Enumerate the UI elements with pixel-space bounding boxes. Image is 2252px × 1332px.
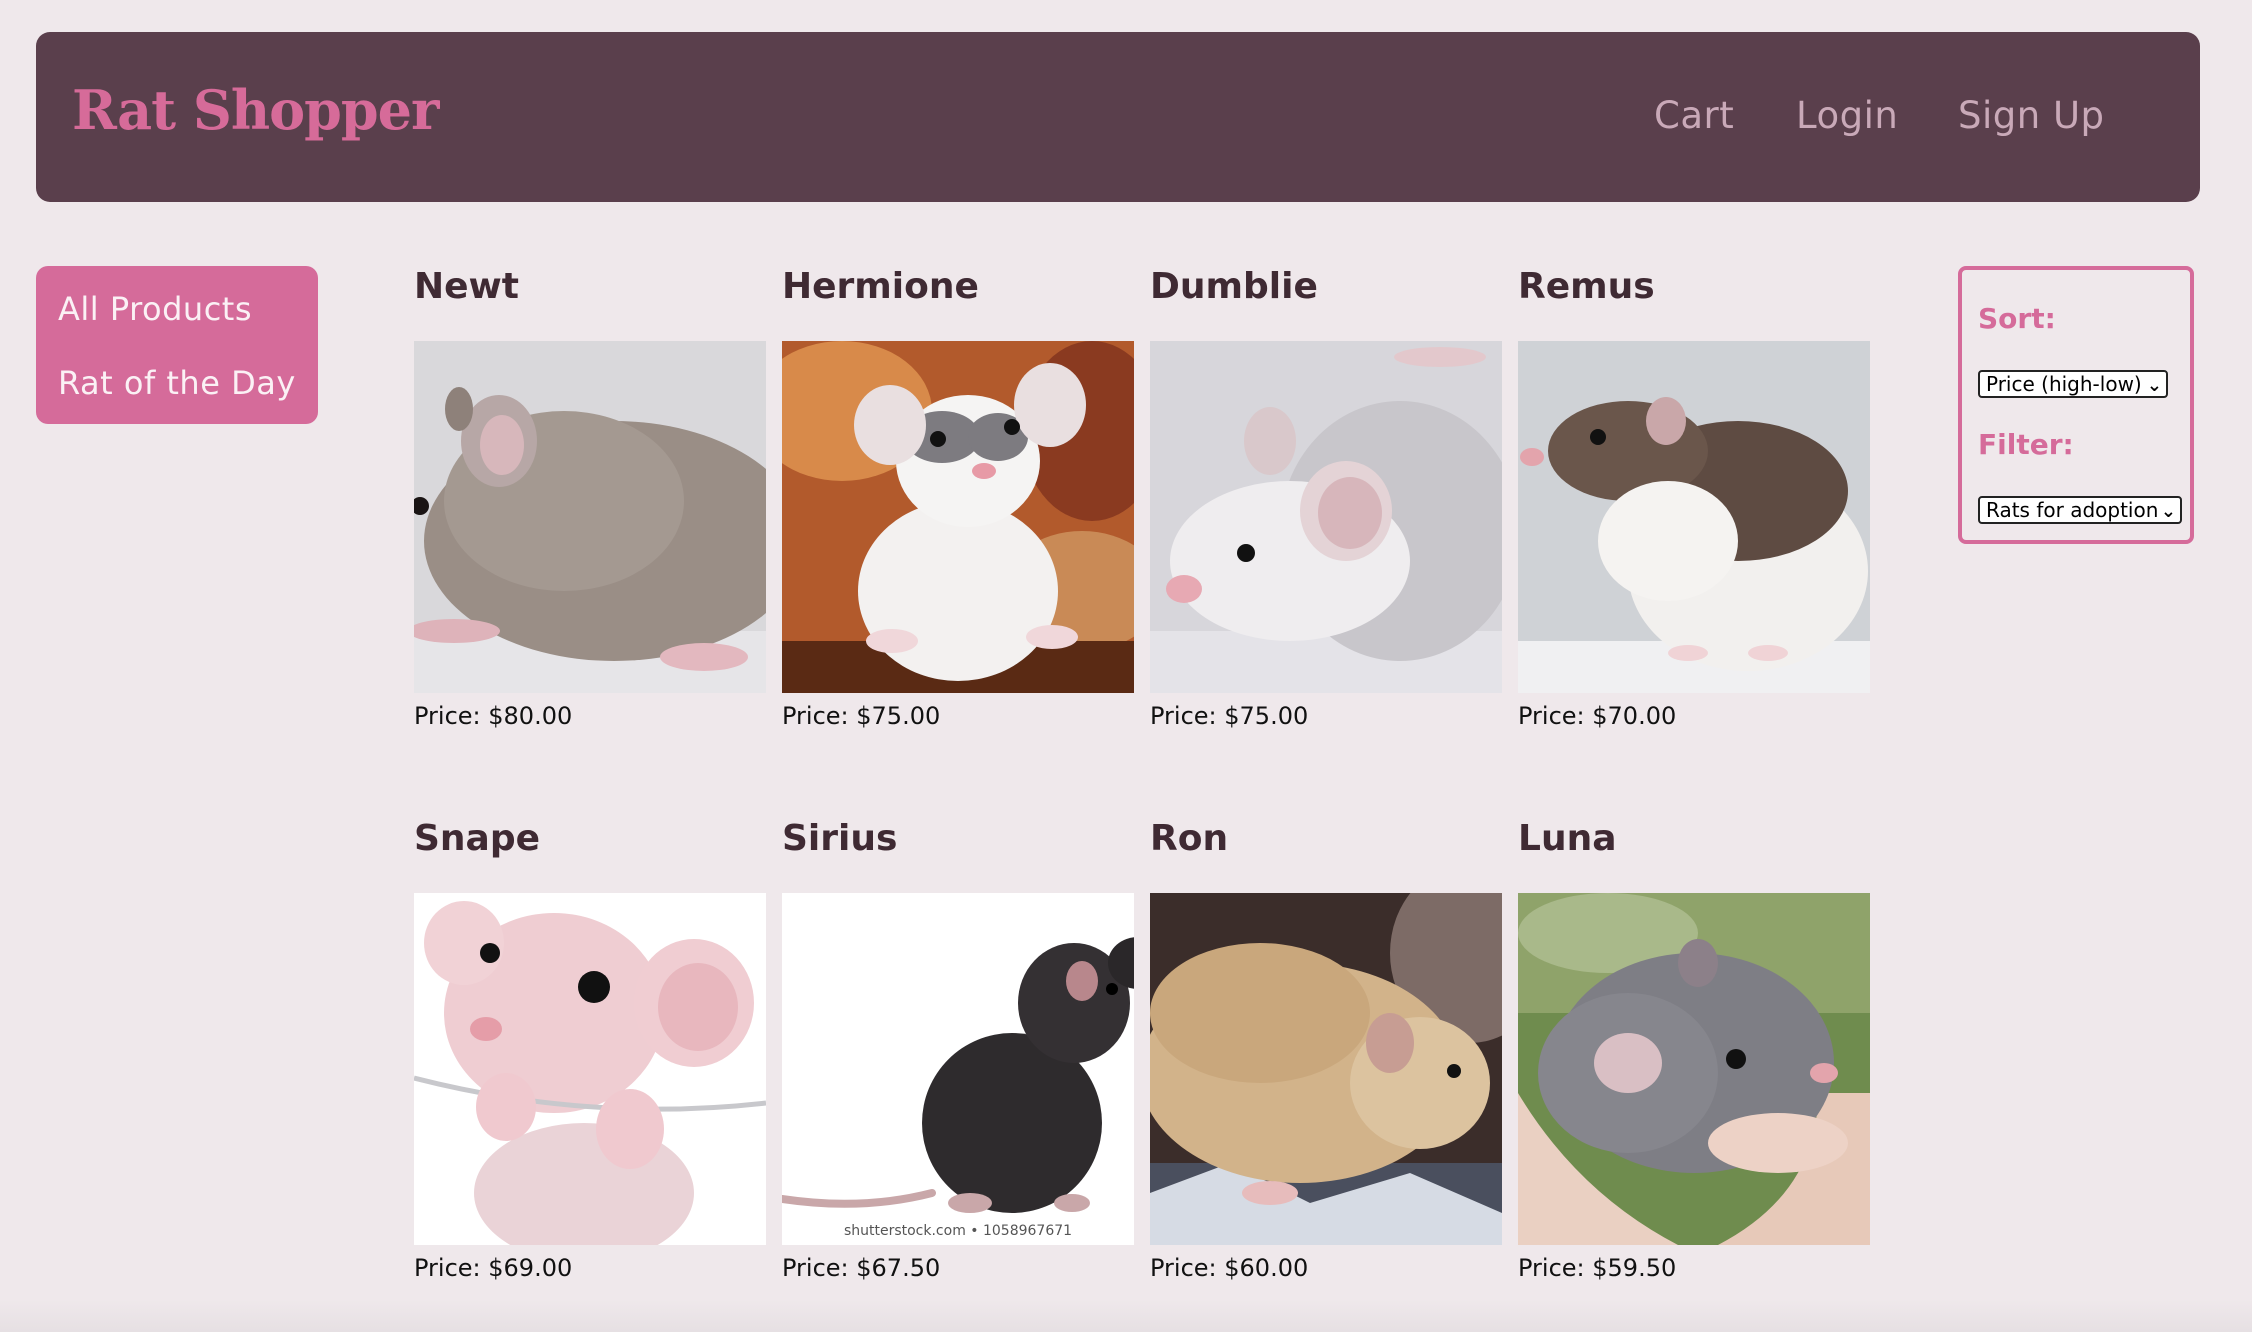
filter-label: Filter: xyxy=(1978,428,2074,461)
sort-filter-panel: Sort: Price (high-low) ⌄ Filter: Rats fo… xyxy=(1958,266,2194,544)
nav-login-link[interactable]: Login xyxy=(1796,94,1898,137)
product-price: Price: $75.00 xyxy=(782,702,941,730)
product-image[interactable] xyxy=(414,893,766,1245)
product-price: Price: $80.00 xyxy=(414,702,573,730)
sort-select-value: Price (high-low) xyxy=(1986,372,2142,396)
sidebar-menu: All Products Rat of the Day xyxy=(36,266,318,424)
sort-select[interactable]: Price (high-low) ⌄ xyxy=(1978,370,2168,398)
product-image[interactable] xyxy=(782,341,1134,693)
nav-cart-link[interactable]: Cart xyxy=(1654,94,1734,137)
sort-label: Sort: xyxy=(1978,302,2056,335)
product-name[interactable]: Snape xyxy=(414,818,540,859)
nav-signup-link[interactable]: Sign Up xyxy=(1958,94,2105,137)
product-price: Price: $60.00 xyxy=(1150,1254,1309,1282)
product-image[interactable] xyxy=(1150,341,1502,693)
image-watermark: shutterstock.com • 1058967671 xyxy=(843,1223,1073,1239)
product-name[interactable]: Hermione xyxy=(782,266,979,307)
sidebar-item-rat-of-the-day[interactable]: Rat of the Day xyxy=(58,364,296,402)
filter-select-value: Rats for adoption xyxy=(1986,498,2159,522)
product-image[interactable] xyxy=(414,341,766,693)
product-image[interactable]: shutterstock.com • 1058967671 xyxy=(782,893,1134,1245)
product-name[interactable]: Sirius xyxy=(782,818,897,859)
chevron-down-icon: ⌄ xyxy=(2146,375,2162,396)
product-price: Price: $67.50 xyxy=(782,1254,941,1282)
product-image[interactable] xyxy=(1518,893,1870,1245)
product-price: Price: $75.00 xyxy=(1150,702,1309,730)
product-name[interactable]: Newt xyxy=(414,266,519,307)
product-name[interactable]: Luna xyxy=(1518,818,1617,859)
product-price: Price: $59.50 xyxy=(1518,1254,1677,1282)
product-image[interactable] xyxy=(1518,341,1870,693)
page-bottom-edge xyxy=(0,1300,2252,1332)
product-image[interactable] xyxy=(1150,893,1502,1245)
sidebar-item-all-products[interactable]: All Products xyxy=(58,290,252,328)
product-name[interactable]: Ron xyxy=(1150,818,1228,859)
product-price: Price: $70.00 xyxy=(1518,702,1677,730)
site-header: Rat Shopper Cart Login Sign Up xyxy=(36,32,2200,202)
product-price: Price: $69.00 xyxy=(414,1254,573,1282)
filter-select[interactable]: Rats for adoption ⌄ xyxy=(1978,496,2182,524)
site-logo[interactable]: Rat Shopper xyxy=(72,78,439,142)
product-name[interactable]: Remus xyxy=(1518,266,1655,307)
product-name[interactable]: Dumblie xyxy=(1150,266,1318,307)
chevron-down-icon: ⌄ xyxy=(2160,501,2176,522)
